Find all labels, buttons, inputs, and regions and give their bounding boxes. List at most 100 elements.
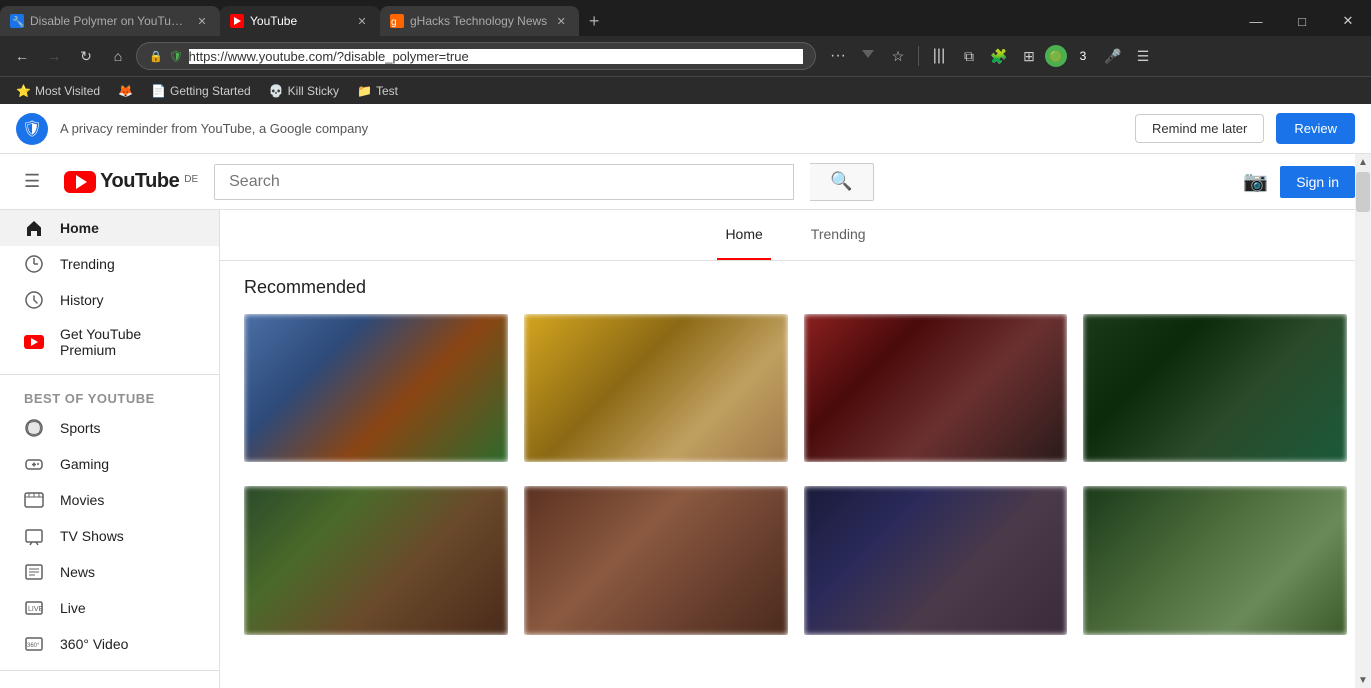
refresh-button[interactable]: ↻: [72, 42, 100, 70]
trending-icon: [24, 254, 44, 274]
privacy-banner: 🛡 A privacy reminder from YouTube, a Goo…: [0, 104, 1371, 154]
tab-1[interactable]: 🔧 Disable Polymer on YouTube – ✕: [0, 6, 220, 36]
search-icon: 🔍: [830, 171, 852, 192]
yt-logo[interactable]: YouTube DE: [64, 170, 198, 193]
table-row[interactable]: [804, 486, 1068, 634]
table-row[interactable]: [804, 314, 1068, 462]
extensions-button[interactable]: 🧩: [985, 42, 1013, 70]
privacy-shield-icon: 🛡: [16, 113, 48, 145]
hamburger-menu-icon[interactable]: ☰: [16, 163, 48, 200]
table-row[interactable]: [524, 486, 788, 634]
skull-icon: 💀: [269, 84, 284, 98]
sidebar-item-movies[interactable]: Movies: [0, 482, 219, 518]
sidebar-news-label: News: [60, 564, 95, 580]
profile-icon[interactable]: 🟢: [1045, 45, 1067, 67]
tab-2-favicon: [230, 14, 244, 28]
sidebar-item-home[interactable]: Home: [0, 210, 219, 246]
bookmark-star-button[interactable]: ☆: [884, 42, 912, 70]
yt-logo-de: DE: [184, 174, 198, 185]
minimize-button[interactable]: —: [1233, 6, 1279, 36]
url-input[interactable]: [189, 49, 803, 64]
premium-icon: [24, 332, 44, 352]
maximize-button[interactable]: □: [1279, 6, 1325, 36]
browser-chrome: 🔧 Disable Polymer on YouTube – ✕ YouTube…: [0, 0, 1371, 104]
sidebar-item-360video[interactable]: 360° 360° Video: [0, 626, 219, 662]
sidebar-item-tvshows[interactable]: TV Shows: [0, 518, 219, 554]
home-icon: [24, 218, 44, 238]
sidebar-live-label: Live: [60, 600, 86, 616]
sidebar-history-label: History: [60, 292, 104, 308]
news-icon: [24, 562, 44, 582]
sidebar-item-live[interactable]: LIVE Live: [0, 590, 219, 626]
bookmark-most-visited-label: Most Visited: [35, 84, 100, 98]
scrollbar-down-button[interactable]: ▼: [1355, 672, 1371, 688]
sidebar-item-trending[interactable]: Trending: [0, 246, 219, 282]
scrollbar-thumb[interactable]: [1356, 172, 1370, 212]
sidebar-trending-label: Trending: [60, 256, 115, 272]
remind-later-button[interactable]: Remind me later: [1135, 114, 1264, 143]
sidebar-item-sports[interactable]: Sports: [0, 410, 219, 446]
sidebar-item-gaming[interactable]: Gaming: [0, 446, 219, 482]
star-icon: ⭐: [16, 84, 31, 98]
bookmark-test-label: Test: [376, 84, 398, 98]
bookmark-kill-sticky[interactable]: 💀 Kill Sticky: [261, 82, 347, 100]
yt-play-triangle: [76, 175, 87, 189]
more-options-button[interactable]: ···: [824, 42, 852, 70]
table-row[interactable]: [524, 314, 788, 462]
forward-button[interactable]: →: [40, 42, 68, 70]
search-input[interactable]: [215, 165, 793, 199]
tab-home[interactable]: Home: [717, 210, 770, 260]
tab-3-favicon: g: [390, 14, 404, 28]
table-row[interactable]: [1083, 314, 1347, 462]
folder-icon: 📁: [357, 84, 372, 98]
sidebar-home-label: Home: [60, 220, 99, 236]
bookmark-test[interactable]: 📁 Test: [349, 82, 406, 100]
sidebar-divider-1: [0, 374, 219, 375]
scrollbar-up-button[interactable]: ▲: [1355, 154, 1371, 170]
pocket-button[interactable]: [854, 42, 882, 70]
tab-2-title: YouTube: [250, 14, 348, 28]
url-bar[interactable]: 🔒 🛡: [136, 42, 816, 70]
camera-button[interactable]: 📷: [1243, 169, 1268, 194]
sidebar-item-history[interactable]: History: [0, 282, 219, 318]
sidebar-item-browse-channels[interactable]: Browse channels: [0, 679, 219, 688]
close-button[interactable]: ✕: [1325, 6, 1371, 36]
bookmark-getting-started[interactable]: 📄 Getting Started: [143, 82, 259, 100]
sidebar-button[interactable]: ⧉: [955, 42, 983, 70]
tab-trending[interactable]: Trending: [803, 210, 874, 260]
table-row[interactable]: [1083, 486, 1347, 634]
signin-button[interactable]: Sign in: [1280, 166, 1355, 198]
yt-main: Home Trending History Get: [0, 210, 1371, 688]
firefox-icon: 🦊: [118, 84, 133, 98]
camera-icon: 📷: [1243, 169, 1268, 194]
tab-1-close[interactable]: ✕: [194, 13, 210, 29]
svg-text:🔧: 🔧: [12, 15, 24, 28]
table-row[interactable]: [244, 486, 508, 634]
tab-1-title: Disable Polymer on YouTube –: [30, 14, 188, 28]
sidebar-section-best: BEST OF YOUTUBE: [0, 383, 219, 410]
sidebar-movies-label: Movies: [60, 492, 104, 508]
home-button[interactable]: ⌂: [104, 42, 132, 70]
tab-2[interactable]: YouTube ✕: [220, 6, 380, 36]
new-tab-button[interactable]: +: [579, 6, 609, 36]
back-button[interactable]: ←: [8, 42, 36, 70]
bookmark-most-visited[interactable]: ⭐ Most Visited: [8, 82, 108, 100]
review-button[interactable]: Review: [1276, 113, 1355, 144]
library-button[interactable]: |||: [925, 42, 953, 70]
browser-scrollbar[interactable]: ▲ ▼: [1355, 154, 1371, 688]
menu-button[interactable]: ☰: [1129, 42, 1157, 70]
yt-sidebar: Home Trending History Get: [0, 210, 220, 688]
table-row[interactable]: [244, 314, 508, 462]
grid-button[interactable]: ⊞: [1015, 42, 1043, 70]
microphone-button[interactable]: 🎤: [1099, 42, 1127, 70]
sidebar-item-news[interactable]: News: [0, 554, 219, 590]
sidebar-item-premium[interactable]: Get YouTube Premium: [0, 318, 219, 366]
tab-3-title: gHacks Technology News: [410, 14, 547, 28]
tab-3-close[interactable]: ✕: [553, 13, 569, 29]
yt-search-box[interactable]: [214, 164, 794, 200]
search-button[interactable]: 🔍: [810, 163, 874, 201]
content-tabs: Home Trending: [220, 210, 1371, 261]
tab-2-close[interactable]: ✕: [354, 13, 370, 29]
svg-text:LIVE: LIVE: [28, 606, 44, 613]
tab-3[interactable]: g gHacks Technology News ✕: [380, 6, 579, 36]
